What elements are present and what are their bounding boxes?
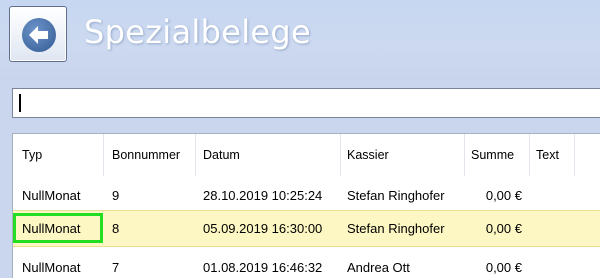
page-title: Spezialbelege xyxy=(84,13,311,51)
column-header-text[interactable]: Text xyxy=(530,134,575,176)
search-input[interactable] xyxy=(12,88,600,118)
receipts-table[interactable]: Typ Bonnummer Datum Kassier Summe Text N… xyxy=(12,133,600,278)
header-bar: Spezialbelege xyxy=(0,0,600,80)
column-header-kassier[interactable]: Kassier xyxy=(341,134,465,176)
text-cursor xyxy=(19,94,21,112)
column-header-bonnummer[interactable]: Bonnummer xyxy=(104,134,196,176)
cell-typ: NullMonat xyxy=(22,221,81,236)
column-header-datum[interactable]: Datum xyxy=(196,134,341,176)
cell-datum: 05.09.2019 16:30:00 xyxy=(203,221,323,236)
column-header-summe[interactable]: Summe xyxy=(465,134,530,176)
table-row[interactable]: NullMonat 7 01.08.2019 16:46:32 Andrea O… xyxy=(13,248,600,278)
back-arrow-icon xyxy=(22,18,56,52)
cell-summe: 0,00 € xyxy=(485,221,522,236)
cell-datum: 01.08.2019 16:46:32 xyxy=(203,260,323,275)
cell-summe: 0,00 € xyxy=(485,260,522,275)
back-button[interactable] xyxy=(9,6,67,62)
table-row-selected[interactable]: NullMonat 8 05.09.2019 16:30:00 Stefan R… xyxy=(13,210,600,247)
cell-bonnummer: 7 xyxy=(112,260,120,275)
cell-text xyxy=(530,211,575,246)
table-header-row: Typ Bonnummer Datum Kassier Summe Text xyxy=(13,134,600,176)
cell-bonnummer: 8 xyxy=(112,221,120,236)
cell-kassier: Stefan Ringhofer xyxy=(347,221,445,236)
cell-text xyxy=(530,248,575,278)
cell-kassier: Andrea Ott xyxy=(347,260,410,275)
cell-typ: NullMonat xyxy=(22,260,81,275)
column-header-typ[interactable]: Typ xyxy=(13,134,104,176)
